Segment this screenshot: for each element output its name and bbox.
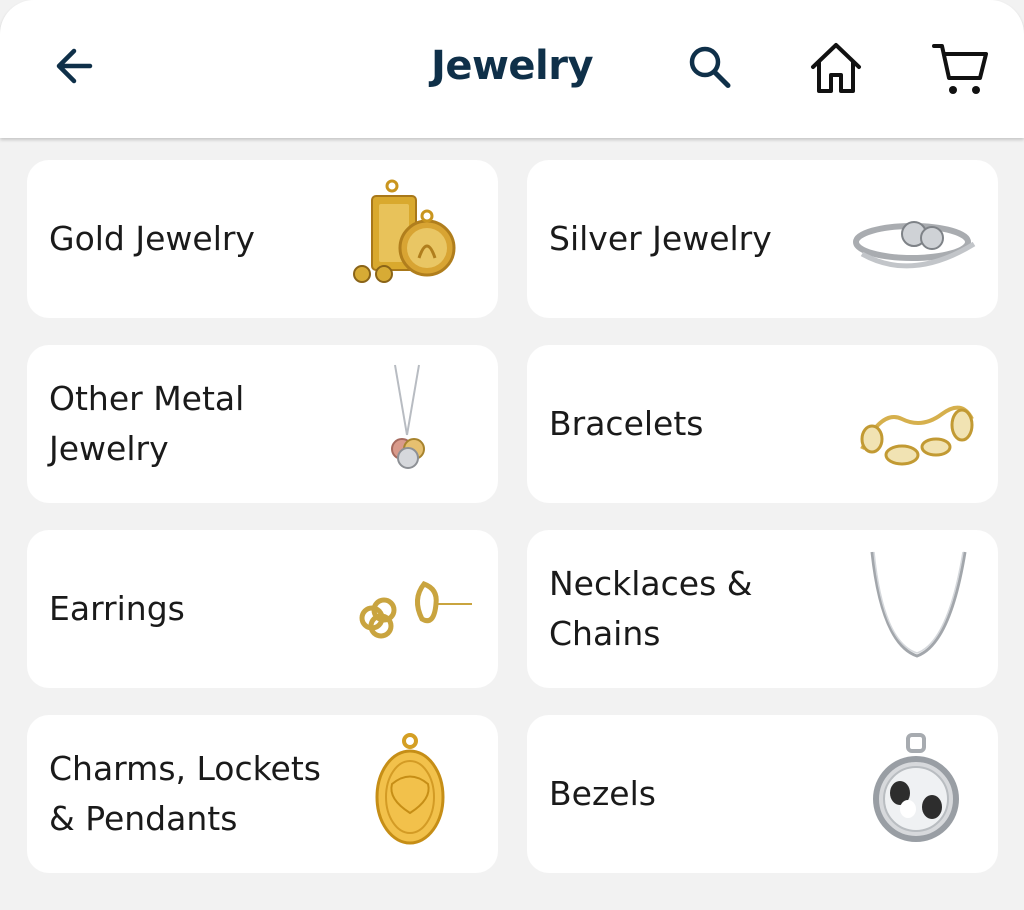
back-button[interactable] <box>44 36 104 96</box>
top-app-bar: Jewelry <box>0 0 1024 138</box>
category-label: Other Metal Jewelry <box>49 379 245 468</box>
category-grid: Gold Jewelry Silver Jewelry Other Metal … <box>0 138 1024 910</box>
category-label: Gold Jewelry <box>49 219 255 258</box>
home-icon <box>811 43 861 93</box>
cart-button[interactable] <box>928 36 992 100</box>
category-card-silver-jewelry[interactable]: Silver Jewelry <box>527 160 998 318</box>
category-label: Silver Jewelry <box>549 219 772 258</box>
category-card-necklaces-chains[interactable]: Necklaces & Chains <box>527 530 998 688</box>
bezels-image <box>852 729 982 859</box>
other-metal-jewelry-image <box>352 359 482 489</box>
category-label: Bracelets <box>549 404 704 443</box>
search-button[interactable] <box>678 36 742 100</box>
charms-lockets-pendants-image <box>352 729 482 859</box>
gold-jewelry-image <box>352 174 482 304</box>
category-card-bezels[interactable]: Bezels <box>527 715 998 873</box>
category-label: Necklaces & Chains <box>549 564 753 653</box>
cart-icon <box>932 44 988 94</box>
category-card-other-metal-jewelry[interactable]: Other Metal Jewelry <box>27 345 498 503</box>
category-label: Charms, Lockets & Pendants <box>49 749 321 838</box>
earrings-image <box>352 544 482 674</box>
search-icon <box>689 46 731 88</box>
home-button[interactable] <box>804 36 868 100</box>
bracelets-image <box>852 359 982 489</box>
necklaces-chains-image <box>852 544 982 674</box>
category-label: Earrings <box>49 589 185 628</box>
category-card-earrings[interactable]: Earrings <box>27 530 498 688</box>
category-card-gold-jewelry[interactable]: Gold Jewelry <box>27 160 498 318</box>
silver-jewelry-image <box>852 174 982 304</box>
category-card-charms-lockets-pendants[interactable]: Charms, Lockets & Pendants <box>27 715 498 873</box>
category-label: Bezels <box>549 774 656 813</box>
category-card-bracelets[interactable]: Bracelets <box>527 345 998 503</box>
arrow-left-icon <box>56 48 93 84</box>
page-title: Jewelry <box>430 43 594 89</box>
